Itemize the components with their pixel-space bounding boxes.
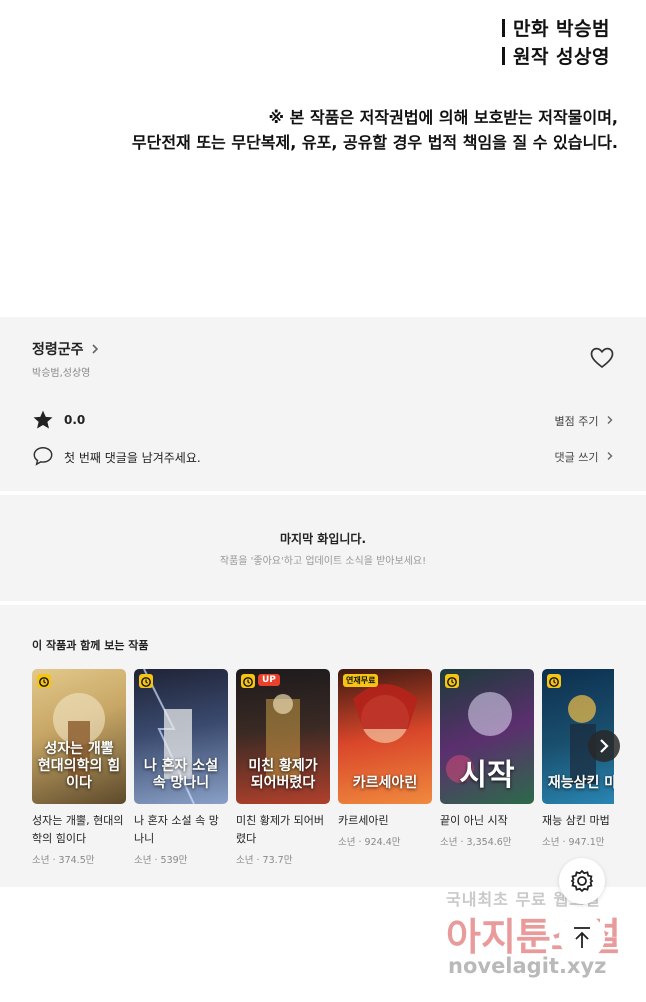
cover-title: 재능삼킨 마법 — [547, 775, 614, 791]
cover-thumbnail: 나 혼자 소설 속 망나니 — [134, 669, 228, 804]
card-title: 나 혼자 소설 속 망나니 — [134, 814, 219, 845]
rating-row: 0.0 별점 주기 — [32, 409, 614, 433]
work-info-panel: 정령군주 박승범,성상영 0.0 별점 주기 첫 번째 댓글을 남겨주세요. 댓… — [0, 317, 646, 491]
cover-thumbnail: 미친 황제가 되어버렸다 UP — [236, 669, 330, 804]
copyright-notice-line2: 무단전재 또는 무단복제, 유포, 공유할 경우 법적 책임을 질 수 있습니다… — [131, 133, 618, 152]
clock-badge-icon — [547, 674, 561, 688]
card-meta: 소년 · 924.4만 — [338, 837, 401, 848]
comic-credit-text: 만화 박승범 — [512, 18, 610, 40]
card-meta: 소년 · 374.5만 — [32, 855, 95, 866]
card-title: 카르세아린 — [338, 814, 389, 827]
work-title: 정령군주 — [32, 342, 84, 358]
comment-row: 첫 번째 댓글을 남겨주세요. 댓글 쓰기 — [32, 445, 614, 469]
card-title: 미친 황제가 되어버렸다 — [236, 814, 324, 845]
episode-end-credits: 만화 박승범 원작 성상영 ※ 본 작품은 저작권법에 의해 보호받는 저작물이… — [0, 0, 646, 317]
chevron-right-icon — [600, 739, 609, 753]
rating-value: 0.0 — [64, 413, 86, 427]
up-badge: UP — [258, 674, 280, 686]
rate-button-label: 별점 주기 — [554, 415, 599, 428]
recommend-card[interactable]: 미친 황제가 되어버렸다 UP 미친 황제가 되어버렸다 소년 · 73.7만 — [236, 669, 330, 866]
card-meta: 소년 · 539만 — [134, 855, 188, 866]
cover-title: 성자는 개뿔 현대의학의 힘이다 — [37, 741, 121, 791]
carousel-next-button[interactable] — [588, 730, 620, 762]
clock-badge-icon — [37, 674, 51, 688]
original-credit-text: 원작 성상영 — [512, 46, 610, 68]
original-credit: 원작 성상영 — [501, 42, 610, 69]
last-episode-title: 마지막 화입니다. — [279, 532, 367, 546]
gear-icon — [570, 869, 594, 893]
recommend-card[interactable]: 시작 끝이 아닌 시작 소년 · 3,354.6만 — [440, 669, 534, 848]
scroll-to-top-button[interactable] — [559, 914, 605, 960]
recommend-card[interactable]: 카르세아린 연재무료 카르세아린 소년 · 924.4만 — [338, 669, 432, 848]
clock-badge-icon — [445, 674, 459, 688]
cover-thumbnail: 시작 — [440, 669, 534, 804]
work-authors: 박승범,성상영 — [32, 368, 91, 379]
card-title: 끝이 아닌 시작 — [440, 814, 508, 827]
cover-title: 시작 — [459, 758, 515, 793]
card-meta: 소년 · 73.7만 — [236, 855, 293, 866]
star-icon — [33, 410, 53, 429]
speech-bubble-icon — [33, 447, 53, 466]
comment-prompt: 첫 번째 댓글을 남겨주세요. — [64, 451, 201, 465]
card-meta: 소년 · 3,354.6만 — [440, 837, 512, 848]
rate-button[interactable]: 별점 주기 — [555, 413, 614, 429]
chevron-right-icon — [607, 416, 613, 424]
comic-credit: 만화 박승범 — [501, 14, 610, 41]
arrow-up-icon — [574, 927, 590, 948]
cover-title: 나 혼자 소설 속 망나니 — [143, 758, 219, 791]
chevron-right-icon — [607, 452, 613, 460]
card-title: 성자는 개뿔, 현대의학의 힘이다 — [32, 814, 124, 845]
cover-thumbnail: 카르세아린 연재무료 — [338, 669, 432, 804]
cover-thumbnail: 성자는 개뿔 현대의학의 힘이다 — [32, 669, 126, 804]
free-serial-badge: 연재무료 — [343, 674, 379, 687]
cover-title: 미친 황제가 되어버렸다 — [248, 758, 318, 791]
work-title-link[interactable]: 정령군주 — [32, 339, 100, 359]
write-comment-label: 댓글 쓰기 — [554, 451, 599, 464]
cover-title: 카르세아린 — [352, 775, 418, 791]
last-episode-subtitle: 작품을 '좋아요'하고 업데이트 소식을 받아보세요! — [219, 556, 427, 567]
card-title: 재능 삼킨 마법 — [542, 814, 610, 827]
chevron-right-icon — [92, 344, 99, 354]
credit-bar — [501, 19, 505, 37]
clock-badge-icon — [241, 674, 255, 688]
clock-badge-icon — [139, 674, 153, 688]
recommend-card[interactable]: 나 혼자 소설 속 망나니 나 혼자 소설 속 망나니 소년 · 539만 — [134, 669, 228, 866]
recommendations-section: 이 작품과 함께 보는 작품 성자는 개뿔 현대의학의 힘이다 성자는 개뿔, … — [0, 605, 646, 887]
viewer-settings-button[interactable] — [559, 858, 605, 904]
copyright-notice-line1: ※ 본 작품은 저작권법에 의해 보호받는 저작물이며, — [268, 108, 618, 127]
last-episode-panel: 마지막 화입니다. 작품을 '좋아요'하고 업데이트 소식을 받아보세요! — [0, 495, 646, 601]
card-meta: 소년 · 947.1만 — [542, 837, 605, 848]
recommendations-heading: 이 작품과 함께 보는 작품 — [32, 639, 149, 652]
recommend-card[interactable]: 성자는 개뿔 현대의학의 힘이다 성자는 개뿔, 현대의학의 힘이다 소년 · … — [32, 669, 126, 866]
credit-bar — [501, 47, 505, 65]
write-comment-button[interactable]: 댓글 쓰기 — [555, 449, 614, 465]
heart-icon[interactable] — [590, 347, 614, 369]
